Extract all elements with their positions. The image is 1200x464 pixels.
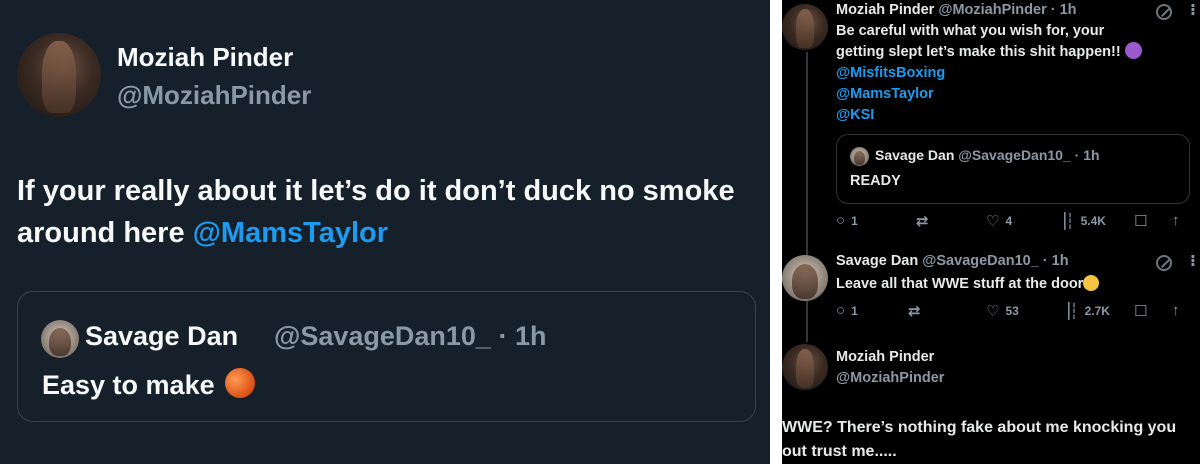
view-count: 2.7K <box>1084 304 1110 318</box>
quoted-time: · 1h <box>498 321 547 351</box>
more-options-icon[interactable]: ⁝ <box>1190 251 1196 271</box>
quoted-author-name: Savage Dan <box>875 147 955 163</box>
quoted-author-name: Savage Dan <box>85 321 239 351</box>
mention-link[interactable]: @MisfitsBoxing <box>836 63 1142 84</box>
bookmark-button[interactable]: ☐ <box>1134 212 1147 230</box>
author-handle[interactable]: @MoziahPinder <box>938 2 1046 18</box>
quoted-time: · 1h <box>1074 147 1100 163</box>
post-header: Savage Dan @SavageDan10_ · 1h <box>836 253 1069 269</box>
main-tweet: Moziah Pinder @MoziahPinder If your real… <box>0 0 770 464</box>
quoted-tweet[interactable]: Savage Dan @SavageDan10_ · 1h Easy to ma… <box>17 291 756 422</box>
post-line: Be careful with what you wish for, your <box>836 23 1105 39</box>
action-bar: ○ 1 ⇄ ♡ 4 ▕┆ 5.4K ☐ ↑ <box>836 212 1196 232</box>
like-icon: ♡ <box>986 303 1000 320</box>
views-icon: ▕┆ <box>1054 213 1075 230</box>
like-button[interactable]: ♡ 53 <box>986 302 1019 320</box>
mention-link[interactable]: @MamsTaylor <box>836 84 1142 105</box>
action-bar: ○ 1 ⇄ ♡ 53 ▕┆ 2.7K ☐ ↑ <box>836 302 1196 322</box>
like-button[interactable]: ♡ 4 <box>986 212 1012 230</box>
views-button[interactable]: ▕┆ 5.4K <box>1054 212 1106 230</box>
quoted-header: Savage Dan @SavageDan10_ · 1h <box>875 147 1100 163</box>
tweet-text: If your really about it let’s do it don’… <box>17 170 757 254</box>
avatar[interactable] <box>782 344 828 390</box>
reply-count: 1 <box>851 213 858 228</box>
reply-count: 1 <box>851 303 858 318</box>
post-line-text: getting slept let’s make this shit happe… <box>836 44 1121 60</box>
bookmark-button[interactable]: ☐ <box>1134 302 1147 320</box>
grok-icon[interactable] <box>1156 4 1172 20</box>
post-line: getting slept let’s make this shit happe… <box>836 42 1142 63</box>
post-text: WWE? There’s nothing fake about me knock… <box>782 419 1177 460</box>
bookmark-icon: ☐ <box>1134 303 1148 320</box>
author-name-text[interactable]: Moziah Pinder <box>836 349 934 365</box>
mention-link[interactable]: @MamsTaylor <box>193 217 388 249</box>
panel-divider <box>770 0 782 464</box>
like-count: 4 <box>1005 214 1013 228</box>
reply-thread: Moziah Pinder @MoziahPinder · 1h ⁝ Be ca… <box>782 0 1200 464</box>
quoted-tweet[interactable]: Savage Dan @SavageDan10_ · 1h READY <box>836 134 1190 204</box>
author-handle[interactable]: @SavageDan10_ <box>922 253 1039 269</box>
retweet-icon: ⇄ <box>908 303 921 320</box>
share-button[interactable]: ↑ <box>1172 212 1180 229</box>
retweet-icon: ⇄ <box>916 213 929 230</box>
reply-icon: ○ <box>836 212 846 229</box>
grok-icon[interactable] <box>1156 255 1172 271</box>
retweet-button[interactable]: ⇄ <box>908 302 921 320</box>
author-name[interactable]: Savage Dan <box>836 253 918 269</box>
mention-link[interactable]: @KSI <box>836 105 1142 126</box>
reply-button[interactable]: ○ 1 <box>836 212 858 229</box>
avatar <box>850 147 869 166</box>
reply-icon: ○ <box>836 302 846 319</box>
bookmark-icon: ☐ <box>1134 213 1148 230</box>
avatar[interactable] <box>17 33 101 117</box>
basketball-emoji-icon <box>220 363 259 403</box>
post-header: Moziah Pinder @MoziahPinder · 1h <box>836 2 1077 18</box>
quoted-text: Easy to make <box>42 363 259 403</box>
views-icon: ▕┆ <box>1058 303 1079 320</box>
post-time[interactable]: · 1h <box>1051 2 1077 18</box>
share-icon: ↑ <box>1172 302 1180 319</box>
retweet-button[interactable]: ⇄ <box>916 212 929 230</box>
quoted-author-handle: @SavageDan10_ · 1h <box>274 321 546 352</box>
quoted-author-handle: @SavageDan10_ <box>958 147 1071 163</box>
quoted-body: Easy to make <box>42 370 215 400</box>
like-count: 53 <box>1005 304 1019 318</box>
quoted-handle-text: @SavageDan10_ <box>274 321 491 351</box>
post-text: Leave all that WWE stuff at the door <box>836 274 1100 295</box>
share-icon: ↑ <box>1172 212 1180 229</box>
avatar[interactable] <box>782 255 828 301</box>
author-handle: @MoziahPinder <box>836 370 944 386</box>
views-button[interactable]: ▕┆ 2.7K <box>1058 302 1110 320</box>
post-body: Leave all that WWE stuff at the door <box>836 276 1084 292</box>
more-options-icon[interactable]: ⁝ <box>1190 0 1196 20</box>
devil-emoji-icon <box>1124 42 1142 59</box>
author-name: Moziah Pinder <box>836 349 934 365</box>
quoted-text: READY <box>850 173 901 189</box>
author-name[interactable]: Moziah Pinder <box>836 2 934 18</box>
avatar <box>41 320 79 358</box>
smirk-emoji-icon <box>1083 275 1100 291</box>
view-count: 5.4K <box>1080 214 1106 228</box>
like-icon: ♡ <box>986 213 1000 230</box>
post-time[interactable]: · 1h <box>1043 253 1069 269</box>
author-handle[interactable]: @MoziahPinder <box>117 80 311 111</box>
author-name[interactable]: Moziah Pinder <box>117 42 293 73</box>
post-text: Be careful with what you wish for, your … <box>836 21 1142 126</box>
avatar[interactable] <box>782 4 828 50</box>
reply-button[interactable]: ○ 1 <box>836 302 858 319</box>
share-button[interactable]: ↑ <box>1172 302 1180 319</box>
author-handle-text[interactable]: @MoziahPinder <box>836 370 944 386</box>
